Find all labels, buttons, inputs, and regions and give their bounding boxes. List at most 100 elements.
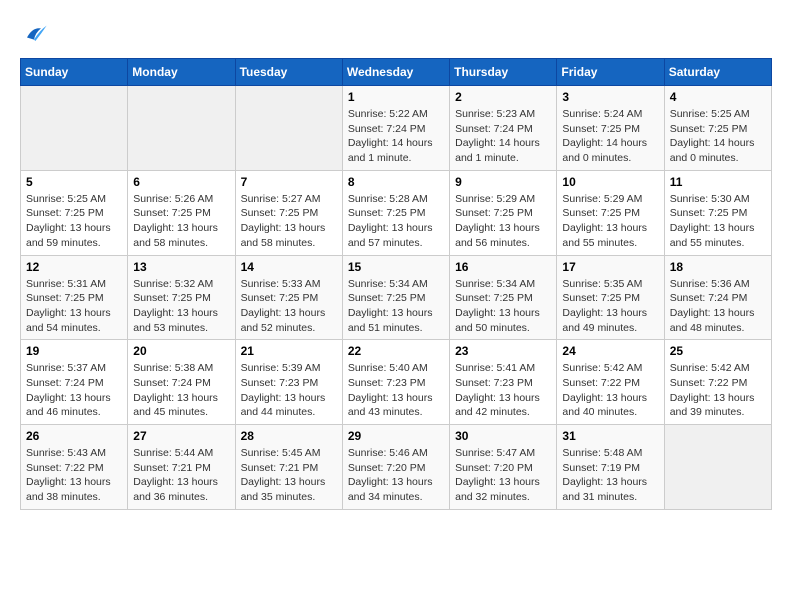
calendar-cell: 15 Sunrise: 5:34 AM Sunset: 7:25 PM Dayli… [342, 255, 449, 340]
day-info: Sunrise: 5:45 AM Sunset: 7:21 PM Dayligh… [241, 446, 337, 505]
day-info: Sunrise: 5:38 AM Sunset: 7:24 PM Dayligh… [133, 361, 229, 420]
day-info: Sunrise: 5:42 AM Sunset: 7:22 PM Dayligh… [562, 361, 658, 420]
day-number: 29 [348, 429, 444, 443]
day-number: 10 [562, 175, 658, 189]
day-info: Sunrise: 5:42 AM Sunset: 7:22 PM Dayligh… [670, 361, 766, 420]
day-number: 18 [670, 260, 766, 274]
day-number: 12 [26, 260, 122, 274]
day-info: Sunrise: 5:23 AM Sunset: 7:24 PM Dayligh… [455, 107, 551, 166]
calendar-cell: 9Sunrise: 5:29 AM Sunset: 7:25 PM Daylig… [450, 170, 557, 255]
day-info: Sunrise: 5:44 AM Sunset: 7:21 PM Dayligh… [133, 446, 229, 505]
day-header-saturday: Saturday [664, 59, 771, 86]
day-info: Sunrise: 5:24 AM Sunset: 7:25 PM Dayligh… [562, 107, 658, 166]
calendar-cell: 24 Sunrise: 5:42 AM Sunset: 7:22 PM Dayli… [557, 340, 664, 425]
day-header-friday: Friday [557, 59, 664, 86]
day-number: 5 [26, 175, 122, 189]
day-number: 7 [241, 175, 337, 189]
day-info: Sunrise: 5:48 AM Sunset: 7:19 PM Dayligh… [562, 446, 658, 505]
day-info: Sunrise: 5:31 AM Sunset: 7:25 PM Dayligh… [26, 277, 122, 336]
calendar-cell: 20Sunrise: 5:38 AM Sunset: 7:24 PM Dayli… [128, 340, 235, 425]
calendar-cell: 22 Sunrise: 5:40 AM Sunset: 7:23 PM Dayli… [342, 340, 449, 425]
logo [20, 20, 52, 48]
day-info: Sunrise: 5:35 AM Sunset: 7:25 PM Dayligh… [562, 277, 658, 336]
calendar-cell [21, 86, 128, 171]
day-header-thursday: Thursday [450, 59, 557, 86]
calendar-cell: 29 Sunrise: 5:46 AM Sunset: 7:20 PM Dayli… [342, 425, 449, 510]
day-info: Sunrise: 5:25 AM Sunset: 7:25 PM Dayligh… [670, 107, 766, 166]
day-number: 22 [348, 344, 444, 358]
calendar-cell [235, 86, 342, 171]
day-info: Sunrise: 5:29 AM Sunset: 7:25 PM Dayligh… [562, 192, 658, 251]
day-info: Sunrise: 5:37 AM Sunset: 7:24 PM Dayligh… [26, 361, 122, 420]
week-row-2: 5 Sunrise: 5:25 AM Sunset: 7:25 PM Daylig… [21, 170, 772, 255]
week-row-3: 12 Sunrise: 5:31 AM Sunset: 7:25 PM Dayli… [21, 255, 772, 340]
day-info: Sunrise: 5:46 AM Sunset: 7:20 PM Dayligh… [348, 446, 444, 505]
day-info: Sunrise: 5:39 AM Sunset: 7:23 PM Dayligh… [241, 361, 337, 420]
calendar-cell: 26Sunrise: 5:43 AM Sunset: 7:22 PM Dayli… [21, 425, 128, 510]
day-info: Sunrise: 5:29 AM Sunset: 7:25 PM Dayligh… [455, 192, 551, 251]
day-number: 2 [455, 90, 551, 104]
day-headers-row: SundayMondayTuesdayWednesdayThursdayFrid… [21, 59, 772, 86]
day-number: 13 [133, 260, 229, 274]
day-number: 8 [348, 175, 444, 189]
calendar-cell: 25Sunrise: 5:42 AM Sunset: 7:22 PM Dayli… [664, 340, 771, 425]
day-info: Sunrise: 5:27 AM Sunset: 7:25 PM Dayligh… [241, 192, 337, 251]
calendar-cell: 17 Sunrise: 5:35 AM Sunset: 7:25 PM Dayli… [557, 255, 664, 340]
calendar-cell: 23 Sunrise: 5:41 AM Sunset: 7:23 PM Dayli… [450, 340, 557, 425]
calendar-cell: 19 Sunrise: 5:37 AM Sunset: 7:24 PM Dayli… [21, 340, 128, 425]
day-header-tuesday: Tuesday [235, 59, 342, 86]
calendar-table: SundayMondayTuesdayWednesdayThursdayFrid… [20, 58, 772, 510]
day-info: Sunrise: 5:34 AM Sunset: 7:25 PM Dayligh… [348, 277, 444, 336]
day-number: 14 [241, 260, 337, 274]
calendar-cell: 27 Sunrise: 5:44 AM Sunset: 7:21 PM Dayli… [128, 425, 235, 510]
day-info: Sunrise: 5:30 AM Sunset: 7:25 PM Dayligh… [670, 192, 766, 251]
calendar-cell: 13 Sunrise: 5:32 AM Sunset: 7:25 PM Dayli… [128, 255, 235, 340]
day-info: Sunrise: 5:36 AM Sunset: 7:24 PM Dayligh… [670, 277, 766, 336]
calendar-cell: 12 Sunrise: 5:31 AM Sunset: 7:25 PM Dayli… [21, 255, 128, 340]
day-number: 19 [26, 344, 122, 358]
day-info: Sunrise: 5:34 AM Sunset: 7:25 PM Dayligh… [455, 277, 551, 336]
day-info: Sunrise: 5:33 AM Sunset: 7:25 PM Dayligh… [241, 277, 337, 336]
week-row-4: 19 Sunrise: 5:37 AM Sunset: 7:24 PM Dayli… [21, 340, 772, 425]
calendar-cell: 30Sunrise: 5:47 AM Sunset: 7:20 PM Dayli… [450, 425, 557, 510]
day-number: 4 [670, 90, 766, 104]
day-info: Sunrise: 5:26 AM Sunset: 7:25 PM Dayligh… [133, 192, 229, 251]
calendar-header: SundayMondayTuesdayWednesdayThursdayFrid… [21, 59, 772, 86]
calendar-cell: 31 Sunrise: 5:48 AM Sunset: 7:19 PM Dayli… [557, 425, 664, 510]
calendar-cell: 14 Sunrise: 5:33 AM Sunset: 7:25 PM Dayli… [235, 255, 342, 340]
calendar-cell: 1 Sunrise: 5:22 AM Sunset: 7:24 PM Daylig… [342, 86, 449, 171]
day-number: 27 [133, 429, 229, 443]
calendar-cell: 7 Sunrise: 5:27 AM Sunset: 7:25 PM Daylig… [235, 170, 342, 255]
day-info: Sunrise: 5:25 AM Sunset: 7:25 PM Dayligh… [26, 192, 122, 251]
calendar-cell [128, 86, 235, 171]
page-header [20, 20, 772, 48]
calendar-cell: 16Sunrise: 5:34 AM Sunset: 7:25 PM Dayli… [450, 255, 557, 340]
day-number: 17 [562, 260, 658, 274]
calendar-cell: 11 Sunrise: 5:30 AM Sunset: 7:25 PM Dayli… [664, 170, 771, 255]
calendar-cell: 5 Sunrise: 5:25 AM Sunset: 7:25 PM Daylig… [21, 170, 128, 255]
day-info: Sunrise: 5:41 AM Sunset: 7:23 PM Dayligh… [455, 361, 551, 420]
day-info: Sunrise: 5:32 AM Sunset: 7:25 PM Dayligh… [133, 277, 229, 336]
calendar-cell: 3 Sunrise: 5:24 AM Sunset: 7:25 PM Daylig… [557, 86, 664, 171]
calendar-cell: 4 Sunrise: 5:25 AM Sunset: 7:25 PM Daylig… [664, 86, 771, 171]
day-info: Sunrise: 5:40 AM Sunset: 7:23 PM Dayligh… [348, 361, 444, 420]
day-number: 1 [348, 90, 444, 104]
day-number: 28 [241, 429, 337, 443]
day-number: 23 [455, 344, 551, 358]
day-number: 24 [562, 344, 658, 358]
logo-icon [20, 20, 48, 48]
day-number: 6 [133, 175, 229, 189]
calendar-cell: 28 Sunrise: 5:45 AM Sunset: 7:21 PM Dayli… [235, 425, 342, 510]
day-info: Sunrise: 5:22 AM Sunset: 7:24 PM Dayligh… [348, 107, 444, 166]
day-number: 31 [562, 429, 658, 443]
calendar-cell: 18 Sunrise: 5:36 AM Sunset: 7:24 PM Dayli… [664, 255, 771, 340]
day-header-wednesday: Wednesday [342, 59, 449, 86]
day-number: 11 [670, 175, 766, 189]
day-number: 15 [348, 260, 444, 274]
day-info: Sunrise: 5:28 AM Sunset: 7:25 PM Dayligh… [348, 192, 444, 251]
calendar-body: 1 Sunrise: 5:22 AM Sunset: 7:24 PM Daylig… [21, 86, 772, 510]
calendar-cell: 8 Sunrise: 5:28 AM Sunset: 7:25 PM Daylig… [342, 170, 449, 255]
day-number: 3 [562, 90, 658, 104]
day-header-monday: Monday [128, 59, 235, 86]
day-number: 26 [26, 429, 122, 443]
